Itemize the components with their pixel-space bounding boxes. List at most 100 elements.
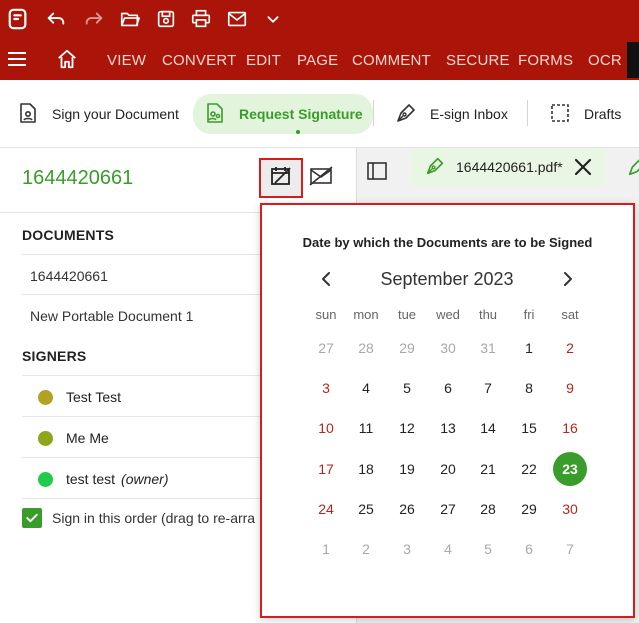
calendar-day[interactable]: 3 [306,371,346,405]
calendar-day[interactable]: 3 [387,532,427,566]
calendar-day[interactable]: 16 [550,411,590,445]
calendar-day[interactable]: 19 [387,452,427,486]
close-tab-icon[interactable] [572,156,594,178]
calendar-day[interactable]: 10 [306,411,346,445]
calendar-day[interactable]: 6 [509,532,549,566]
redo-icon[interactable] [82,7,106,31]
sign-your-document-label: Sign your Document [52,106,179,122]
calendar-day[interactable]: 18 [346,452,386,486]
menu-forms[interactable]: FORMS [518,52,573,69]
documents-section-title: DOCUMENTS [22,227,115,243]
calendar-day[interactable]: 28 [346,331,386,365]
signer-item[interactable]: Test Test [38,389,121,405]
tab-file-name: 1644420661.pdf* [456,159,563,175]
home-icon[interactable] [56,48,78,70]
menu-view[interactable]: VIEW [107,52,146,69]
undo-icon[interactable] [44,7,68,31]
calendar-day[interactable]: 1 [509,331,549,365]
open-folder-icon[interactable] [118,7,142,31]
document-id-title: 1644420661 [22,167,134,189]
calendar-day[interactable]: 15 [509,411,549,445]
next-month-icon[interactable] [560,269,576,289]
drafts-button[interactable]: Drafts [548,94,621,134]
signer-item[interactable]: Me Me [38,430,109,446]
esign-inbox-label: E-sign Inbox [430,106,508,122]
selected-day[interactable]: 23 [550,452,590,486]
calendar-day[interactable]: 21 [468,452,508,486]
calendar-day[interactable]: 26 [387,492,427,526]
drafts-icon [548,101,584,128]
calendar-day[interactable]: 20 [428,452,468,486]
menu-convert[interactable]: CONVERT [162,52,236,69]
calendar-day[interactable]: 2 [550,331,590,365]
calendar-day[interactable]: 5 [387,371,427,405]
weekday-label: fri [523,307,535,322]
menu-secure[interactable]: SECURE [446,52,510,69]
chevron-down-icon[interactable] [261,7,285,31]
request-signature-icon [203,101,239,128]
calendar-day[interactable]: 13 [428,411,468,445]
weekday-label: thu [478,307,498,322]
calendar-day[interactable]: 2 [346,532,386,566]
esign-ribbon: Sign your Document Request Signature E-s… [0,80,639,148]
sign-in-order-option[interactable]: Sign in this order (drag to re-arra [22,508,255,528]
signer-color-dot [38,430,53,446]
calendar-day[interactable]: 8 [509,371,549,405]
calendar-day[interactable]: 28 [468,492,508,526]
email-icon[interactable] [225,7,249,31]
calendar-day[interactable]: 31 [468,331,508,365]
menu-edit[interactable]: EDIT [246,52,281,69]
calendar-day[interactable]: 29 [509,492,549,526]
calendar-day[interactable]: 12 [387,411,427,445]
signer-name: Me Me [66,430,109,446]
document-sign-icon [16,101,52,128]
calendar-day[interactable]: 24 [306,492,346,526]
calendar-day[interactable]: 25 [346,492,386,526]
calendar-day[interactable]: 7 [550,532,590,566]
calendar-day[interactable]: 29 [387,331,427,365]
calendar-day[interactable]: 5 [468,532,508,566]
calendar-edit-icon [269,164,293,193]
esign-inbox-button[interactable]: E-sign Inbox [394,94,508,134]
owner-tag: (owner) [121,471,169,487]
menu-bar: VIEW CONVERT EDIT PAGE COMMENT SECURE FO… [0,38,639,80]
calendar-day[interactable]: 14 [468,411,508,445]
calendar-day[interactable]: 7 [468,371,508,405]
calendar-day[interactable]: 22 [509,452,549,486]
menu-ocr[interactable]: OCR [588,52,622,69]
calendar-day[interactable]: 27 [428,492,468,526]
hamburger-menu-icon[interactable] [7,50,27,68]
menu-comment[interactable]: COMMENT [352,52,431,69]
calendar-day[interactable]: 27 [306,331,346,365]
document-item[interactable]: New Portable Document 1 [30,308,193,324]
pen-nib-icon[interactable] [626,156,639,178]
calendar-day[interactable]: 4 [428,532,468,566]
sign-your-document-button[interactable]: Sign your Document [16,94,179,134]
calendar-day[interactable]: 6 [428,371,468,405]
print-icon[interactable] [189,7,213,31]
calendar-day[interactable]: 11 [346,411,386,445]
sign-in-order-checkbox[interactable] [22,508,42,528]
email-off-icon [308,163,334,194]
email-off-button[interactable] [306,163,336,193]
menu-page[interactable]: PAGE [297,52,338,69]
document-item[interactable]: 1644420661 [30,268,108,284]
calendar-day-grid: 27 28 29 30 31 1 2 3 4 5 6 7 8 9 10 11 12 13 14 15 16 17 18 19 2… [262,205,633,616]
signer-item[interactable]: test test (owner) [38,471,169,487]
calendar-day[interactable]: 1 [306,532,346,566]
deadline-date-picker: Date by which the Documents are to be Si… [260,203,635,618]
sidebar-toggle-icon[interactable] [366,160,388,182]
calendar-day[interactable]: 9 [550,371,590,405]
calendar-day[interactable]: 17 [306,452,346,486]
request-signature-button[interactable]: Request Signature [193,94,373,134]
weekday-label: mon [353,307,379,322]
active-indicator [296,130,300,134]
calendar-day[interactable]: 30 [550,492,590,526]
calendar-day[interactable]: 30 [428,331,468,365]
calendar-day[interactable]: 4 [346,371,386,405]
signer-name: test test [66,471,116,487]
save-icon[interactable] [154,7,178,31]
deadline-calendar-button[interactable] [259,158,303,198]
weekday-label: sun [315,307,337,322]
drafts-label: Drafts [584,106,622,122]
